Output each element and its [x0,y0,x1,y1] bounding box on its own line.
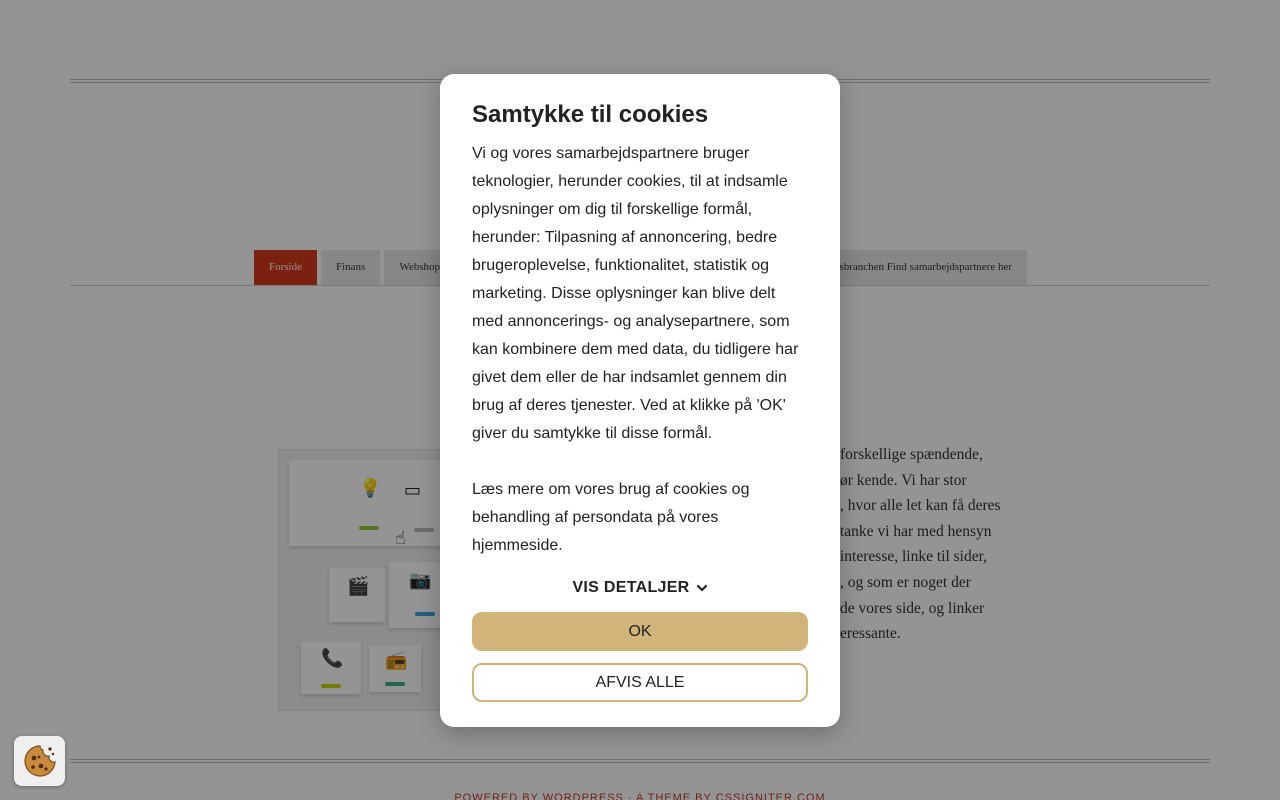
cookie-settings-button[interactable] [14,736,65,786]
consent-description: Vi og vores samarbejdspartnere bruger te… [472,145,799,442]
show-details-label: VIS DETALJER [572,579,690,596]
show-details-toggle[interactable]: VIS DETALJER [472,576,808,600]
reject-all-button[interactable]: AFVIS ALLE [472,663,808,702]
dialog-title: Samtykke til cookies [472,101,709,128]
cookie-consent-dialog: Samtykke til cookies Vi og vores samarbe… [440,74,840,727]
privacy-notice: Læs mere om vores brug af cookies og beh… [472,481,750,554]
accept-button[interactable]: OK [472,612,808,651]
chevron-down-icon [696,584,707,592]
cookie-icon [23,745,56,777]
